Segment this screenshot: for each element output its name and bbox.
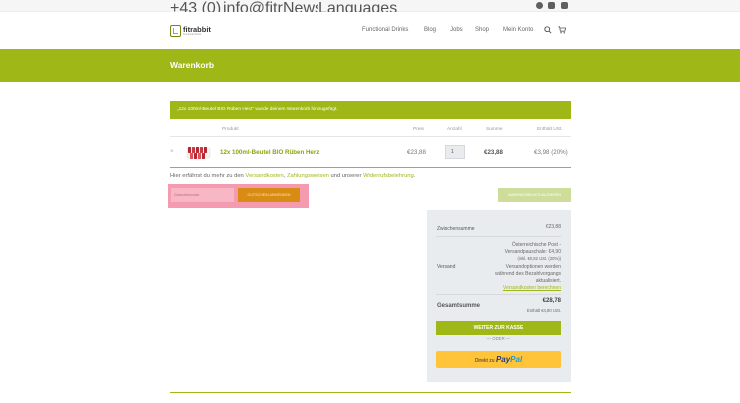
logo-mark-icon [170, 25, 181, 37]
nav-functional-drinks[interactable]: Functional Drinks [362, 27, 408, 33]
info-mid: und unserer [328, 173, 364, 179]
payment-methods-link[interactable]: Zahlungsweisen [287, 173, 329, 179]
bottom-divider [170, 392, 571, 393]
shipping-note-1: Versandoptionen werden [505, 264, 561, 270]
totals-divider [436, 236, 561, 237]
info-text: Hier erfährst du mehr zu den Versandkost… [170, 173, 415, 179]
total-value: €28,78 [542, 298, 561, 304]
header-price: Preis [413, 127, 424, 132]
table-bottom-divider [170, 167, 571, 168]
remove-item-button[interactable]: × [170, 149, 174, 155]
header-tax: Enthält USt. [537, 127, 563, 132]
paypal-prefix: Direkt zu [474, 358, 495, 364]
nav-mein-konto[interactable]: Mein Konto [503, 27, 533, 33]
product-name-link[interactable]: 12x 100ml-Beutel BIO Rüben Herz [220, 149, 319, 156]
paypal-logo-pay: Pay [495, 355, 511, 364]
product-subtotal: €23,88 [484, 149, 503, 156]
update-cart-button[interactable]: WARENKORB AKTUALISIEREN [498, 188, 571, 202]
shipping-line-2: Versandpauschale: €4,90 [504, 249, 561, 255]
search-icon[interactable] [544, 26, 552, 34]
shipping-costs-link[interactable]: Versandkosten [245, 173, 283, 179]
product-thumbnail[interactable] [185, 141, 212, 162]
nav-blog[interactable]: Blog [424, 27, 436, 33]
facebook-icon[interactable] [536, 2, 543, 9]
quantity-input[interactable]: 1 [445, 145, 465, 159]
cart-notice-text: „12x 100ml-Beutel BIO Rüben Herz“ wurde … [177, 107, 338, 112]
nav-jobs[interactable]: Jobs [450, 27, 463, 33]
shipping-note-2: während des Bezahlvorgangs [495, 271, 561, 277]
product-tax: €3,98 (20%) [534, 149, 568, 156]
instagram-icon[interactable] [561, 2, 568, 9]
header-subtotal: Summe [486, 127, 503, 132]
site-logo[interactable]: fitrabbit functional drinks [170, 24, 214, 38]
page-banner [0, 49, 740, 82]
cart-icon[interactable] [558, 26, 566, 34]
totals-divider [436, 294, 561, 295]
withdrawal-policy-link[interactable]: Widerrufsbelehrung [363, 173, 414, 179]
header-qty: Anzahl [447, 127, 462, 132]
paypal-button[interactable]: Direkt zu PayPal [436, 351, 561, 368]
header-product: Produkt [222, 127, 239, 132]
shipping-vat: (inkl. €0,82 USt. (20%)) [517, 256, 561, 261]
youtube-icon[interactable] [548, 2, 555, 9]
coupon-code-input[interactable]: Gutscheincode [171, 188, 234, 202]
total-label: Gesamtsumme [437, 303, 481, 309]
shipping-note-3: aktualisiert. [535, 278, 561, 284]
checkout-button[interactable]: WEITER ZUR KASSE [436, 321, 561, 335]
shipping-line-1: Österreichische Post - [511, 242, 561, 248]
info-prefix: Hier erfährst du mehr zu den [170, 173, 246, 179]
apply-coupon-button[interactable]: GUTSCHEIN ANWENDEN [238, 188, 300, 202]
subtotal-label: Zwischensumme [437, 226, 475, 232]
or-divider: — ODER — [486, 336, 511, 341]
calculate-shipping-link[interactable]: Versandkosten berechnen [503, 285, 561, 291]
table-divider [170, 136, 571, 137]
page-title: Warenkorb [170, 60, 215, 70]
nav-shop[interactable]: Shop [475, 27, 489, 33]
total-vat: Enthält €4,80 USt. [527, 308, 561, 313]
subtotal-value: €23,88 [545, 224, 561, 230]
info-suffix: . [413, 173, 416, 179]
paypal-logo-pal: Pal [510, 355, 523, 364]
product-price: €23,88 [407, 149, 426, 156]
shipping-label: Versand [437, 264, 456, 270]
